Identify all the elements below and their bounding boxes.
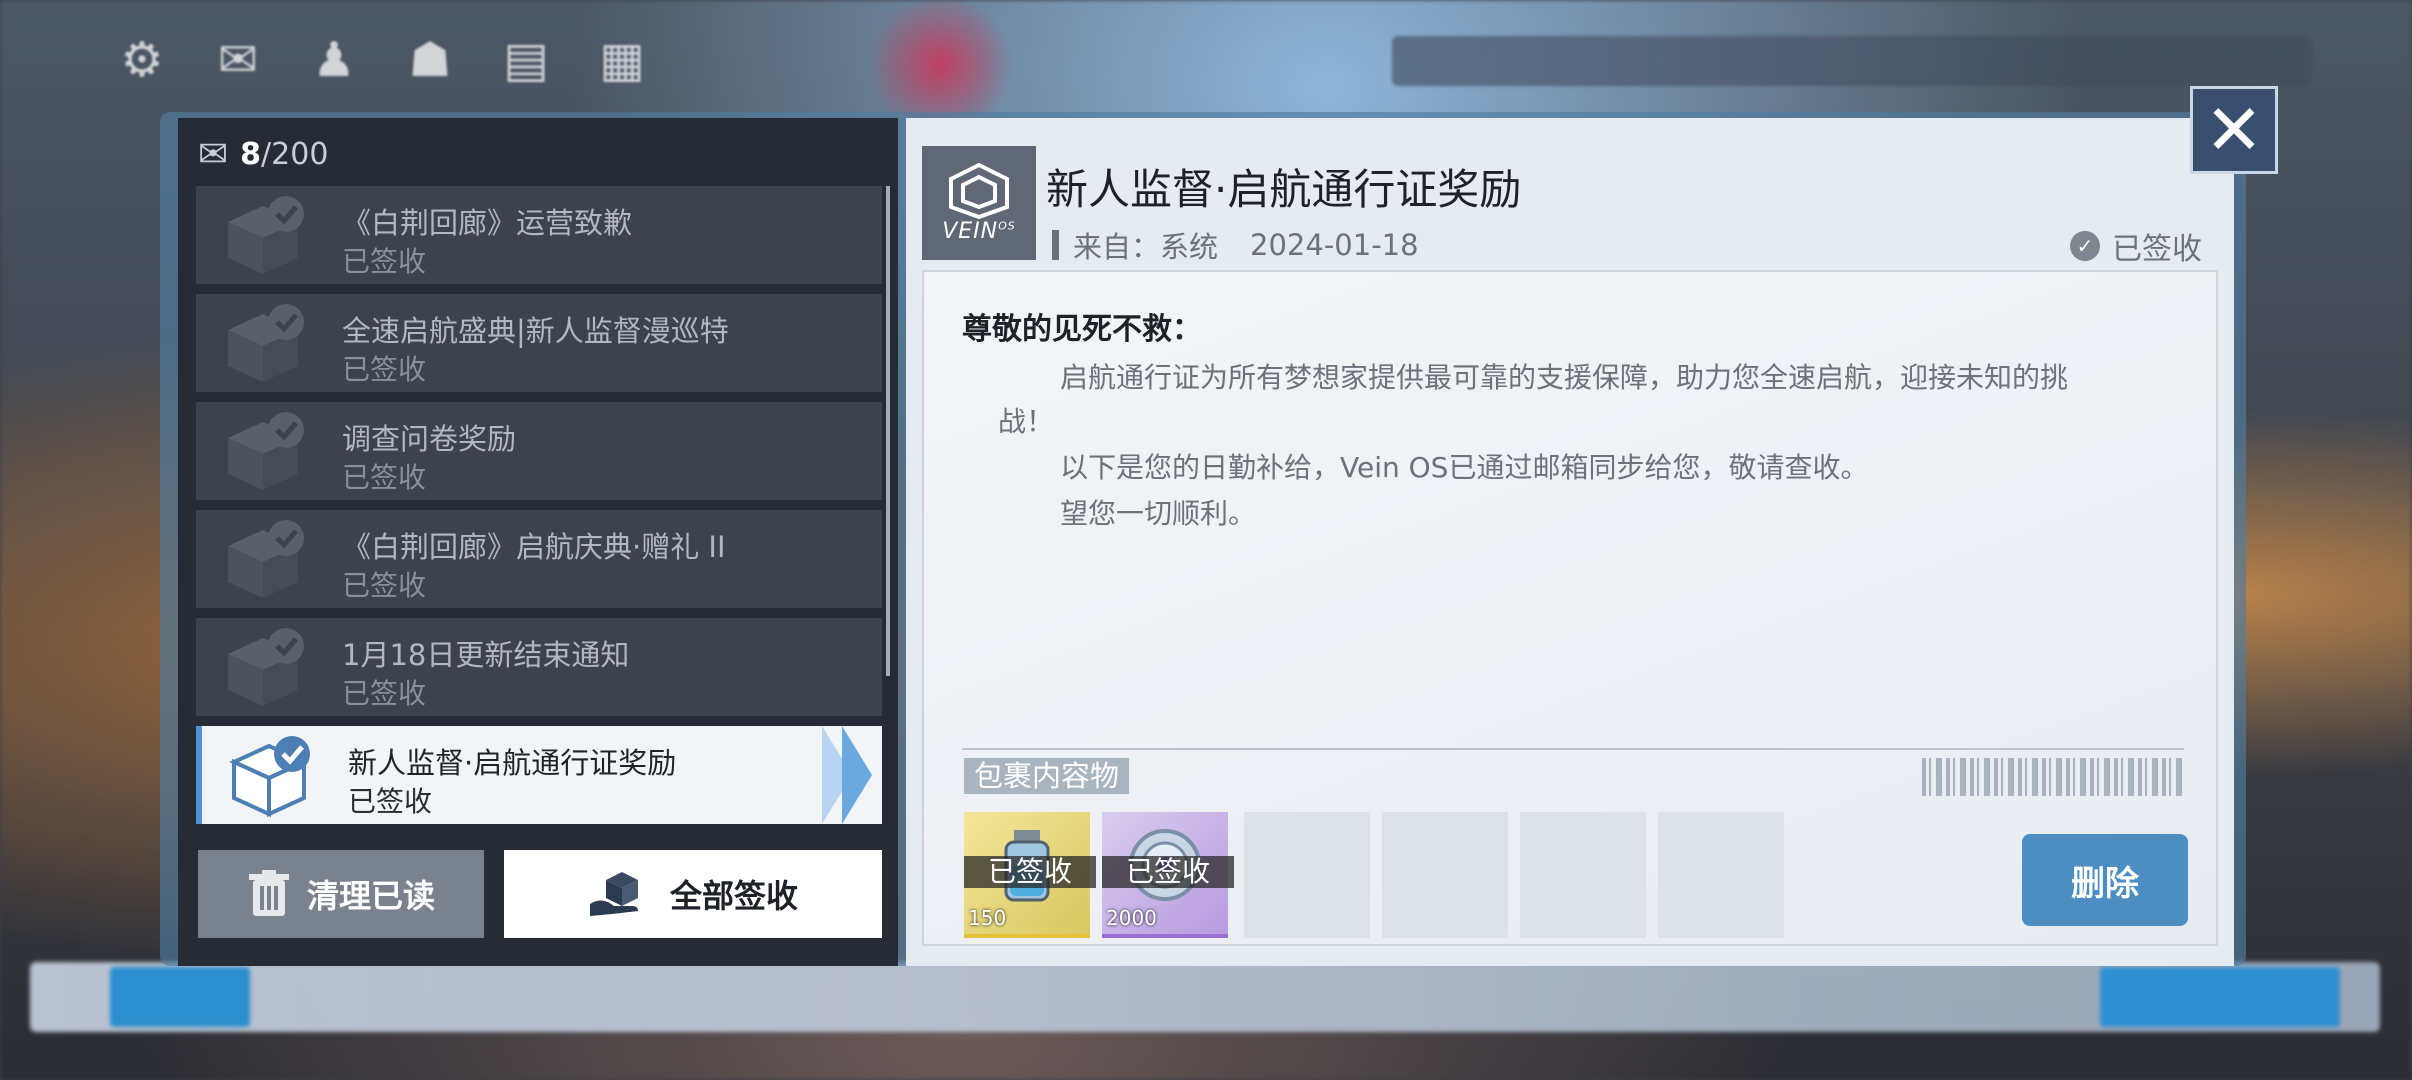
- delete-button[interactable]: 删除: [2022, 834, 2188, 926]
- mail-paragraph: 以下是您的日勤补给，Vein OS已通过邮箱同步给您，敬请查收。: [1060, 451, 1869, 484]
- notice-icon: ☗: [408, 32, 452, 88]
- claim-all-label: 全部签收: [669, 877, 798, 915]
- meta-marker: [1052, 230, 1059, 260]
- mail-list-item[interactable]: 调查问卷奖励 已签收: [196, 402, 882, 500]
- mail-paragraph: 启航通行证为所有梦想家提供最可靠的支援保障，助力您全速启航，迎接未知的挑: [1060, 361, 2069, 394]
- package-empty-slot: [1520, 812, 1646, 938]
- claim-all-button[interactable]: 全部签收: [504, 850, 882, 938]
- mail-list-item[interactable]: 全速启航盛典|新人监督漫巡特 已签收: [196, 294, 882, 392]
- mail-title: 调查问卷奖励: [342, 422, 517, 456]
- mail-status: 已签收: [342, 677, 427, 710]
- mail-status: 已签收: [342, 461, 427, 494]
- top-menu-bar: ⚙ ✉ ♟ ☗ ▤ ▦: [112, 30, 652, 90]
- mail-status: 已签收: [348, 785, 433, 818]
- mail-list-item[interactable]: 1月18日更新结束通知 已签收: [196, 618, 882, 716]
- package-signed-icon: [229, 736, 310, 818]
- mail-icon: ✉: [217, 32, 259, 88]
- clear-read-label: 清理已读: [306, 877, 435, 915]
- mail-paragraph-continued: 战！: [998, 405, 1055, 438]
- clear-read-button[interactable]: 清理已读: [198, 850, 484, 938]
- resource-bar: [1392, 36, 2312, 86]
- mail-status: 已签收: [342, 353, 427, 386]
- item-quantity: 150: [968, 906, 1007, 930]
- gift-icon: ▦: [599, 32, 645, 88]
- mail-status: 已签收: [342, 569, 427, 602]
- user-icon: ♟: [312, 32, 356, 88]
- claim-package-icon: [589, 872, 638, 916]
- package-empty-slot: [1658, 812, 1784, 938]
- bottom-nav-left-button: [110, 967, 250, 1027]
- item-quantity: 2000: [1106, 906, 1157, 930]
- trash-icon: [248, 870, 289, 916]
- package-empty-slot: [1382, 812, 1508, 938]
- divider: [962, 748, 2184, 750]
- package-signed-icon: [228, 304, 304, 382]
- mail-list-item[interactable]: 《白荆回廊》启航庆典·赠礼 II 已签收: [196, 510, 882, 608]
- mail-list: 《白荆回廊》运营致歉 已签收 全速启航盛典|新人监督漫巡特 已签收 调查问卷奖励…: [196, 186, 882, 834]
- item-signed-overlay: 已签收: [1102, 856, 1234, 888]
- close-icon: ✕: [2204, 89, 2264, 171]
- close-button[interactable]: ✕: [2190, 86, 2278, 174]
- selected-chevron-icon: [822, 726, 872, 824]
- settings-icon: ⚙: [120, 32, 164, 88]
- mail-count-text: 8/200: [240, 137, 329, 172]
- package-contents-label: 包裹内容物: [964, 758, 1130, 794]
- mail-title: 新人监督·启航通行证奖励: [348, 746, 677, 780]
- mail-title: 《白荆回廊》启航庆典·赠礼 II: [342, 530, 726, 564]
- mail-list-item[interactable]: 《白荆回廊》运营致歉 已签收: [196, 186, 882, 284]
- package-signed-icon: [228, 412, 304, 490]
- mail-list-item-selected[interactable]: 新人监督·启航通行证奖励 已签收: [196, 726, 882, 824]
- logo-text: VEINOS: [942, 218, 1016, 244]
- barcode-decoration: [1922, 758, 2184, 796]
- package-item-slot[interactable]: 已签收 150: [964, 812, 1096, 938]
- bottom-nav-right-button: [2100, 967, 2340, 1027]
- check-circle-icon: ✓: [2070, 231, 2100, 261]
- package-signed-icon: [228, 196, 304, 274]
- from-value: 系统: [1160, 230, 1219, 264]
- background-glow: [860, 0, 1020, 130]
- package-signed-icon: [228, 628, 304, 706]
- mail-detail-title: 新人监督·启航通行证奖励: [1046, 165, 1522, 214]
- package-empty-slot: [1244, 812, 1370, 938]
- mail-title: 1月18日更新结束通知: [342, 638, 630, 672]
- package-signed-icon: [228, 520, 304, 598]
- sender-logo: VEINOS: [922, 146, 1036, 260]
- mail-status: 已签收: [342, 245, 427, 278]
- document-icon: ▤: [503, 32, 549, 88]
- from-label: 来自：: [1073, 230, 1161, 264]
- mail-counter: ✉ 8/200: [198, 134, 328, 175]
- package-item-slot[interactable]: 已签收 2000: [1102, 812, 1234, 938]
- mail-greeting: 尊敬的见死不救：: [962, 312, 1202, 347]
- mail-list-scrollbar[interactable]: [886, 186, 890, 676]
- mail-date: 2024-01-18: [1250, 228, 1419, 262]
- signed-indicator: ✓ 已签收: [2070, 224, 2202, 268]
- mail-title: 全速启航盛典|新人监督漫巡特: [342, 314, 729, 348]
- mail-meta: 来自： 系统 2024-01-18: [1052, 224, 1419, 266]
- mail-paragraph: 望您一切顺利。: [1060, 497, 1257, 530]
- signed-label: 已签收: [2112, 232, 2202, 267]
- mail-title: 《白荆回廊》运营致歉: [342, 206, 633, 240]
- item-signed-overlay: 已签收: [964, 856, 1096, 888]
- vein-logo-icon: [949, 162, 1009, 219]
- envelope-icon: ✉: [198, 134, 229, 175]
- bottom-navigation: [30, 962, 2380, 1032]
